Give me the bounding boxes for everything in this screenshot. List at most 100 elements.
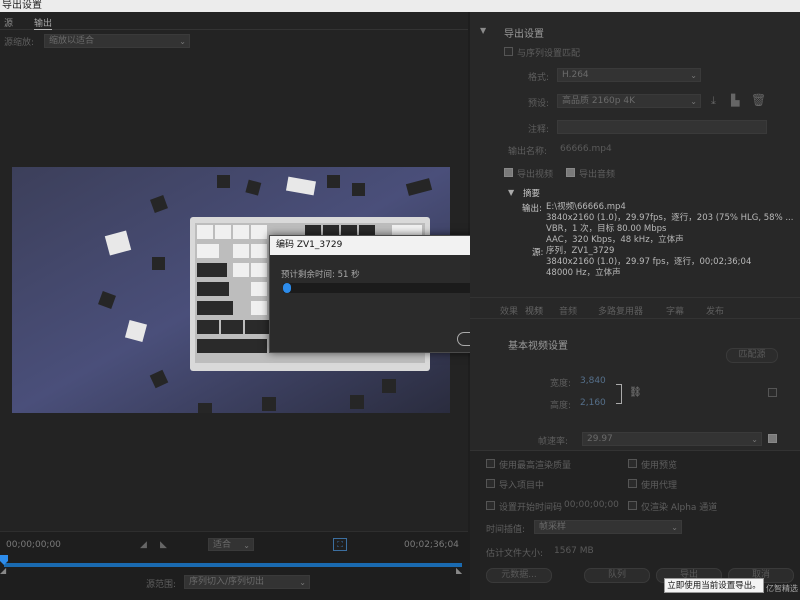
summary-output-label: 输出: [522, 204, 542, 214]
summary-source-line: 序列，ZV1_3729 [546, 246, 615, 256]
source-range-label: 源范围: [146, 580, 177, 590]
aspect-ratio-icon[interactable]: ⛶ [333, 538, 347, 551]
match-sequence-label: 与序列设置匹配 [517, 49, 581, 59]
interpolation-dropdown[interactable]: 帧采样 ⌄ [534, 520, 682, 534]
summary-collapse-icon[interactable]: ▼ [508, 188, 514, 197]
timecode-start[interactable]: 00;00;00;00 [6, 540, 61, 550]
summary-source-line: 3840x2160 (1.0)，29.97 fps，逐行，00;02;36;04 [546, 257, 752, 267]
basic-video-title: 基本视频设置 [508, 341, 568, 352]
queue-button[interactable]: 队列 [584, 568, 650, 583]
section-title: 导出设置 [504, 29, 544, 40]
height-label: 高度: [550, 401, 572, 411]
time-remaining: 预计剩余时间: 51 秒 [281, 270, 360, 280]
use-proxy-checkbox[interactable] [628, 479, 637, 488]
window-title: 导出设置 [2, 0, 42, 11]
summary-title: 摘要 [523, 189, 541, 199]
summary-output-line: E:\视频\66666.mp4 [546, 202, 626, 212]
start-timecode-checkbox[interactable] [486, 501, 495, 510]
metadata-button[interactable]: 元数据... [486, 568, 552, 583]
source-range-dropdown[interactable]: 序列切入/序列切出 ⌄ [184, 575, 310, 589]
source-scale-row: 源缩放: 缩放以适合 ⌄ [0, 32, 468, 50]
preview-tabs: 源 输出 [0, 14, 468, 30]
chevron-down-icon: ⌄ [671, 523, 678, 532]
mark-out-icon[interactable]: ◣ [160, 540, 167, 550]
aspect-bracket [616, 384, 622, 404]
timeline-range-bar[interactable] [4, 563, 462, 567]
tab-captions[interactable]: 字幕 [666, 304, 684, 317]
chevron-down-icon: ⌄ [690, 97, 697, 106]
summary-output-line: 3840x2160 (1.0)，29.97fps，逐行，203 (75% HLG… [546, 213, 794, 223]
export-video-checkbox[interactable] [504, 168, 513, 177]
out-point-icon[interactable]: ◣ [456, 566, 462, 575]
framerate-label: 帧速率: [538, 437, 569, 447]
summary-output-line: VBR，1 次，目标 80.00 Mbps [546, 224, 667, 234]
chevron-down-icon: ⌄ [243, 541, 250, 550]
format-label: 格式: [528, 73, 550, 83]
start-timecode-label: 设置开始时间码 [499, 503, 563, 513]
export-video-label: 导出视频 [517, 170, 554, 180]
format-dropdown[interactable]: H.264 ⌄ [557, 68, 701, 82]
import-project-label: 导入项目中 [499, 481, 545, 491]
chevron-down-icon: ⌄ [690, 71, 697, 80]
framerate-dropdown[interactable]: 29.97 ⌄ [582, 432, 762, 446]
use-proxy-label: 使用代理 [641, 481, 678, 491]
width-value[interactable]: 3,840 [580, 376, 606, 386]
alpha-only-checkbox[interactable] [628, 501, 637, 510]
export-tooltip: 立即使用当前设置导出。 [664, 578, 764, 593]
save-preset-icon[interactable]: ⤓ [711, 94, 716, 108]
import-project-checkbox[interactable] [486, 479, 495, 488]
mark-in-icon[interactable]: ◢ [140, 540, 147, 550]
import-preset-icon[interactable]: ▙ [731, 94, 739, 107]
start-timecode-value[interactable]: 00;00;00;00 [564, 500, 619, 510]
timeline-area: 00;00;00;00 ◢ ◣ 适合 ⌄ ⛶ 00;02;36;04 ◢ ◣ 源范… [0, 531, 468, 600]
height-value[interactable]: 2,160 [580, 398, 606, 408]
link-icon[interactable]: ⛓ [629, 387, 642, 398]
divider [470, 318, 800, 319]
export-audio-label: 导出音频 [579, 170, 616, 180]
in-point-icon[interactable]: ◢ [0, 566, 6, 575]
comment-label: 注释: [528, 125, 550, 135]
filesize-label: 估计文件大小: [486, 549, 544, 559]
filesize-value: 1567 MB [554, 546, 594, 556]
fit-dropdown[interactable]: 适合 ⌄ [208, 538, 254, 551]
summary-output-line: AAC，320 Kbps，48 kHz，立体声 [546, 235, 684, 245]
max-render-label: 使用最高渲染质量 [499, 461, 572, 471]
chevron-down-icon: ⌄ [299, 578, 306, 587]
output-name-label: 输出名称: [508, 147, 548, 157]
max-render-checkbox[interactable] [486, 459, 495, 468]
source-scale-label: 源缩放: [4, 38, 35, 48]
alpha-only-label: 仅渲染 Alpha 通道 [641, 503, 718, 513]
chevron-down-icon: ⌄ [751, 435, 758, 444]
preset-dropdown[interactable]: 高品质 2160p 4K ⌄ [557, 94, 701, 108]
preset-label: 预设: [528, 99, 550, 109]
trash-icon[interactable]: 🗑 [751, 93, 766, 107]
width-label: 宽度: [550, 379, 572, 389]
timecode-end: 00;02;36;04 [404, 540, 459, 550]
export-settings-panel: ▼ 导出设置 与序列设置匹配 格式: H.264 ⌄ 预设: 高品质 2160p … [470, 12, 800, 450]
width-checkbox[interactable] [768, 388, 777, 397]
chevron-down-icon: ⌄ [179, 37, 186, 46]
framerate-checkbox[interactable] [768, 434, 777, 443]
tab-multiplexer[interactable]: 多路复用器 [598, 304, 643, 317]
use-preview-checkbox[interactable] [628, 459, 637, 468]
use-preview-label: 使用预览 [641, 461, 678, 471]
tab-video[interactable]: 视频 [525, 304, 543, 317]
tab-audio[interactable]: 音频 [559, 304, 577, 317]
collapse-icon[interactable]: ▼ [480, 26, 486, 35]
source-scale-dropdown[interactable]: 缩放以适合 ⌄ [44, 34, 190, 48]
progress-fill [283, 283, 291, 293]
comment-input[interactable] [557, 120, 767, 134]
tab-source[interactable]: 源 [4, 16, 13, 29]
tab-output[interactable]: 输出 [34, 16, 53, 30]
tab-publish[interactable]: 发布 [706, 304, 724, 317]
divider [470, 297, 800, 298]
window-title-bar: 导出设置 [0, 0, 800, 12]
tab-effects[interactable]: 效果 [500, 304, 518, 317]
interpolation-label: 时间插值: [486, 525, 526, 535]
export-audio-checkbox[interactable] [566, 168, 575, 177]
progress-bar [283, 283, 483, 293]
output-name-link[interactable]: 66666.mp4 [560, 144, 612, 154]
match-source-button[interactable]: 匹配源 [726, 348, 778, 363]
match-sequence-checkbox[interactable] [504, 47, 513, 56]
watermark-text: 亿智精选 [766, 584, 798, 593]
